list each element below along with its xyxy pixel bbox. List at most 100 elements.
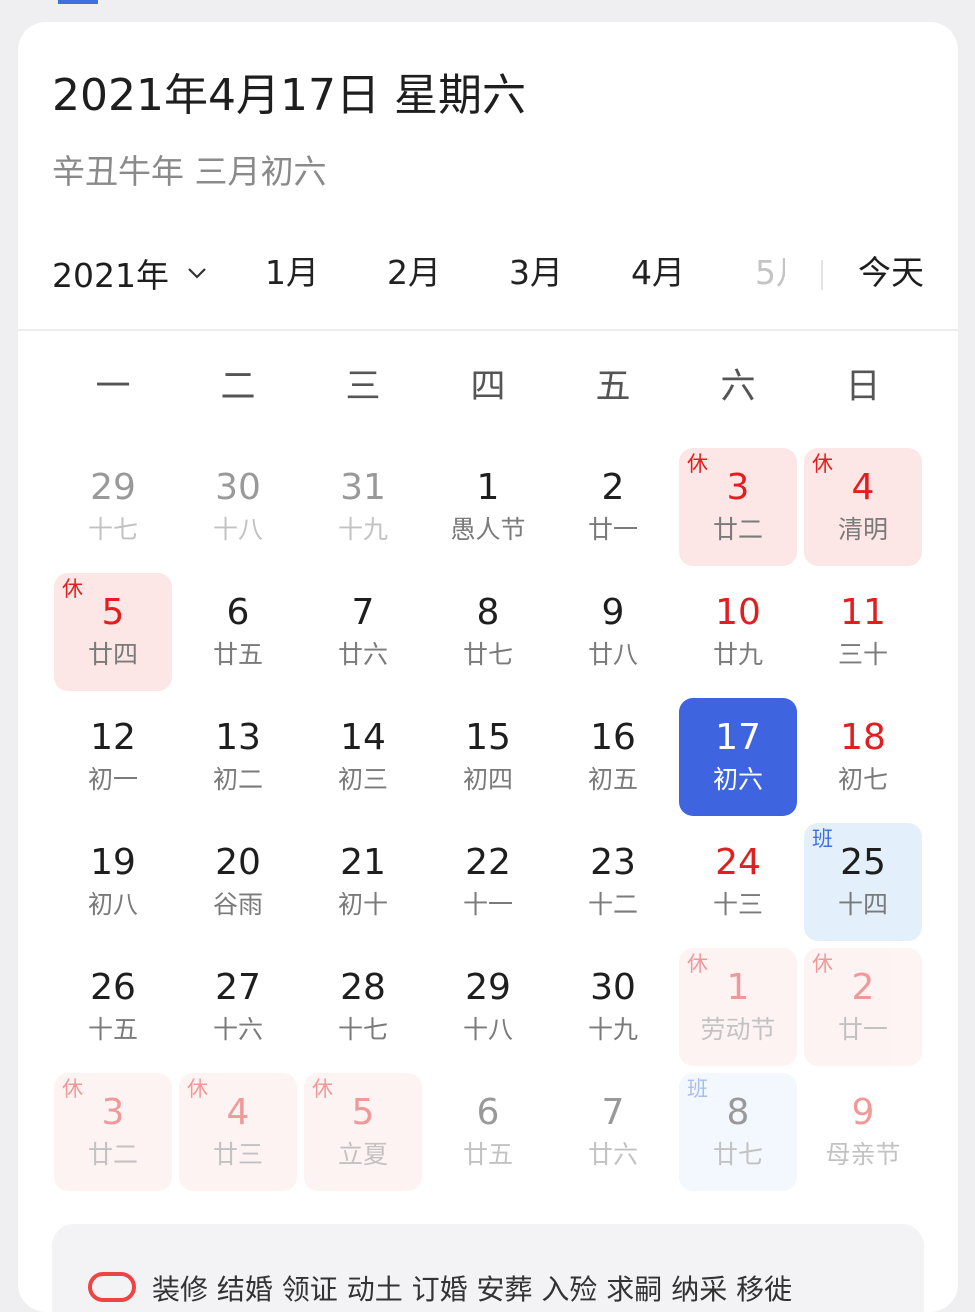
lunar-label: 初八 xyxy=(87,890,138,919)
day-cell[interactable]: 休 5 立夏 xyxy=(304,1073,422,1191)
day-number: 31 xyxy=(340,467,386,508)
day-cell[interactable]: 1 愚人节 xyxy=(429,448,547,566)
day-number: 8 xyxy=(726,1092,750,1133)
day-number: 21 xyxy=(340,842,386,883)
lunar-label: 三十 xyxy=(837,640,888,669)
day-cell[interactable]: 18 初七 xyxy=(804,698,922,816)
day-number: 14 xyxy=(340,717,386,758)
day-number: 25 xyxy=(840,842,886,883)
lunar-label: 廿七 xyxy=(712,1140,763,1169)
day-number: 5 xyxy=(351,1092,375,1133)
day-cell[interactable]: 休 4 清明 xyxy=(804,448,922,566)
day-number: 2 xyxy=(601,467,625,508)
day-cell[interactable]: 13 初二 xyxy=(179,698,297,816)
lunar-label: 清明 xyxy=(837,515,888,544)
lunar-label: 母亲节 xyxy=(825,1140,901,1169)
lunar-label: 廿八 xyxy=(587,640,638,669)
day-cell[interactable]: 班 8 廿七 xyxy=(679,1073,797,1191)
day-cell[interactable]: 7 廿六 xyxy=(554,1073,672,1191)
day-cell[interactable]: 30 十九 xyxy=(554,948,672,1066)
day-cell[interactable]: 16 初五 xyxy=(554,698,672,816)
day-number: 9 xyxy=(601,592,625,633)
almanac-text: 装修 结婚 领证 动土 订婚 安葬 入殓 求嗣 纳采 移徙 xyxy=(152,1273,793,1306)
day-number: 28 xyxy=(340,967,386,1008)
day-cell[interactable]: 9 廿八 xyxy=(554,573,672,691)
day-number: 7 xyxy=(601,1092,625,1133)
day-cell[interactable]: 30 十八 xyxy=(179,448,297,566)
day-number: 23 xyxy=(590,842,636,883)
lunar-label: 十九 xyxy=(587,1015,638,1044)
day-cell[interactable]: 休 2 廿一 xyxy=(804,948,922,1066)
lunar-label: 廿一 xyxy=(837,1015,888,1044)
lunar-label: 廿二 xyxy=(87,1140,138,1169)
day-cell[interactable]: 11 三十 xyxy=(804,573,922,691)
day-cell[interactable]: 休 3 廿二 xyxy=(679,448,797,566)
day-number: 2 xyxy=(851,967,875,1008)
day-cell[interactable]: 休 5 廿四 xyxy=(54,573,172,691)
day-number: 10 xyxy=(715,592,761,633)
almanac-card[interactable]: 装修 结婚 领证 动土 订婚 安葬 入殓 求嗣 纳采 移徙 xyxy=(52,1224,924,1312)
day-cell[interactable]: 休 3 廿二 xyxy=(54,1073,172,1191)
day-number: 16 xyxy=(590,717,636,758)
day-cell[interactable]: 24 十三 xyxy=(679,823,797,941)
day-cell[interactable]: 7 廿六 xyxy=(304,573,422,691)
lunar-label: 初四 xyxy=(462,765,513,794)
day-cell[interactable]: 31 十九 xyxy=(304,448,422,566)
day-number: 3 xyxy=(726,467,750,508)
lunar-label: 初三 xyxy=(337,765,388,794)
lunar-label: 十五 xyxy=(87,1015,138,1044)
day-number: 6 xyxy=(476,1092,500,1133)
lunar-label: 十九 xyxy=(337,515,388,544)
day-cell[interactable]: 12 初一 xyxy=(54,698,172,816)
day-number: 30 xyxy=(590,967,636,1008)
lunar-label: 廿七 xyxy=(462,640,513,669)
day-number: 1 xyxy=(726,967,750,1008)
lunar-label: 廿五 xyxy=(462,1140,513,1169)
day-cell[interactable]: 26 十五 xyxy=(54,948,172,1066)
day-cell[interactable]: 休 1 劳动节 xyxy=(679,948,797,1066)
day-number: 24 xyxy=(715,842,761,883)
day-number: 8 xyxy=(476,592,500,633)
day-cell[interactable]: 27 十六 xyxy=(179,948,297,1066)
day-cell[interactable]: 休 4 廿三 xyxy=(179,1073,297,1191)
day-cell[interactable]: 22 十一 xyxy=(429,823,547,941)
lunar-label: 廿五 xyxy=(212,640,263,669)
day-cell[interactable]: 15 初四 xyxy=(429,698,547,816)
day-number: 1 xyxy=(476,467,500,508)
day-cell[interactable]: 6 廿五 xyxy=(179,573,297,691)
day-cell[interactable]: 10 廿九 xyxy=(679,573,797,691)
day-cell[interactable]: 2 廿一 xyxy=(554,448,672,566)
day-number: 20 xyxy=(215,842,261,883)
lunar-label: 廿六 xyxy=(337,640,388,669)
lunar-label: 愚人节 xyxy=(450,515,526,544)
day-cell[interactable]: 6 廿五 xyxy=(429,1073,547,1191)
day-number: 26 xyxy=(90,967,136,1008)
lunar-label: 立夏 xyxy=(337,1140,388,1169)
day-cell[interactable]: 19 初八 xyxy=(54,823,172,941)
lunar-label: 初一 xyxy=(87,765,138,794)
lunar-label: 廿一 xyxy=(587,515,638,544)
day-cell[interactable]: 23 十二 xyxy=(554,823,672,941)
day-cell[interactable]: 21 初十 xyxy=(304,823,422,941)
top-indicator xyxy=(58,0,98,4)
day-cell[interactable]: 8 廿七 xyxy=(429,573,547,691)
day-cell[interactable]: 29 十八 xyxy=(429,948,547,1066)
lunar-label: 十六 xyxy=(212,1015,263,1044)
almanac-icon xyxy=(88,1272,136,1302)
lunar-label: 谷雨 xyxy=(212,890,263,919)
day-cell[interactable]: 班 25 十四 xyxy=(804,823,922,941)
day-cell[interactable]: 28 十七 xyxy=(304,948,422,1066)
day-number: 29 xyxy=(90,467,136,508)
lunar-label: 初五 xyxy=(587,765,638,794)
day-cell[interactable]: 9 母亲节 xyxy=(804,1073,922,1191)
lunar-label: 廿四 xyxy=(87,640,138,669)
day-cell[interactable]: 14 初三 xyxy=(304,698,422,816)
lunar-label: 初六 xyxy=(712,765,763,794)
day-cell[interactable]: 20 谷雨 xyxy=(179,823,297,941)
day-number: 22 xyxy=(465,842,511,883)
day-cell[interactable]: 17 初六 xyxy=(679,698,797,816)
day-number: 3 xyxy=(101,1092,125,1133)
day-number: 29 xyxy=(465,967,511,1008)
lunar-label: 十四 xyxy=(837,890,888,919)
day-cell[interactable]: 29 十七 xyxy=(54,448,172,566)
